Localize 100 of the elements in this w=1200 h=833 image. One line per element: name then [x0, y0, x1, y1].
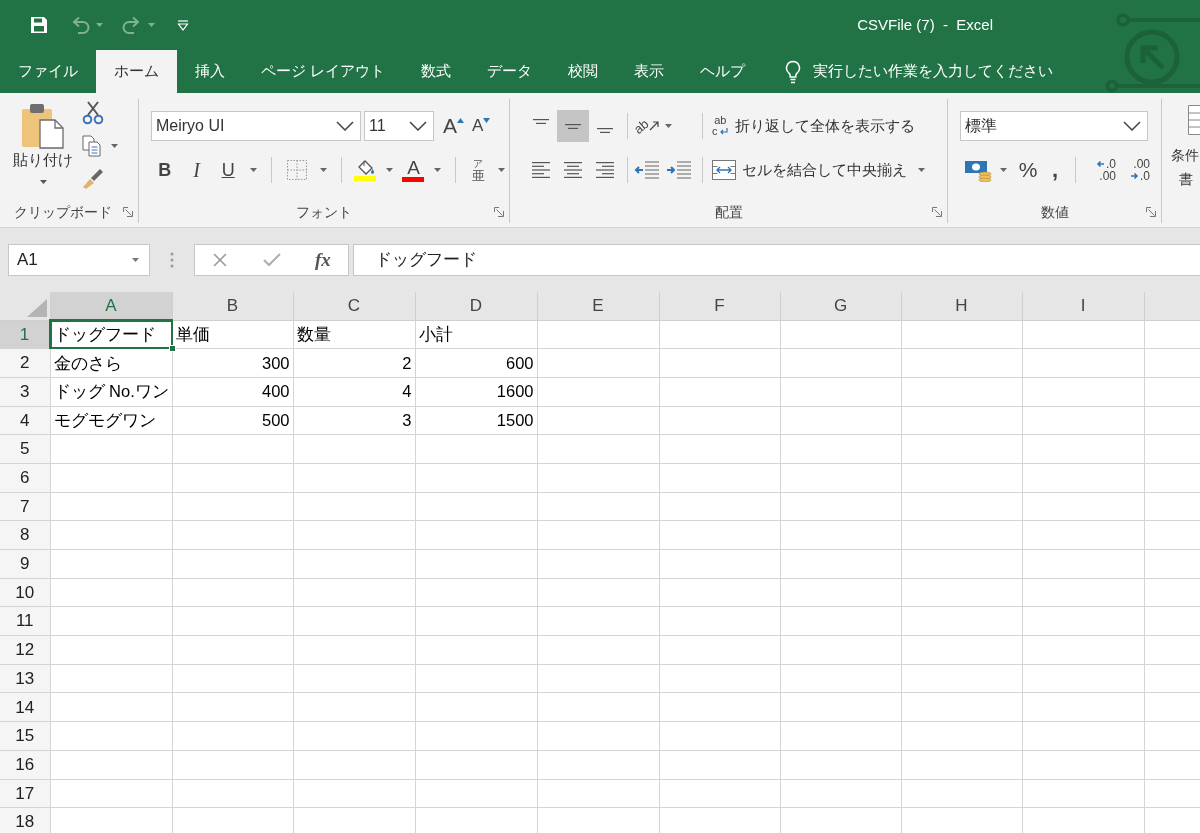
decrease-font-size-button[interactable]: A	[472, 112, 491, 140]
column-header[interactable]: E	[537, 292, 659, 320]
table-cell[interactable]: 1600	[415, 378, 537, 406]
column-header[interactable]: C	[293, 292, 415, 320]
row-header[interactable]: 6	[0, 463, 50, 493]
caret-icon[interactable]	[249, 168, 257, 172]
middle-align-button[interactable]	[557, 110, 589, 142]
caret-icon[interactable]	[498, 168, 505, 172]
ribbon-tab[interactable]: ページ レイアウト	[243, 50, 404, 93]
increase-font-size-button[interactable]: A	[443, 112, 464, 140]
row-header[interactable]: 11	[0, 606, 50, 636]
row-header[interactable]: 9	[0, 549, 50, 579]
save-icon[interactable]	[30, 16, 48, 34]
copy-icon[interactable]	[82, 135, 102, 157]
row-header[interactable]: 8	[0, 520, 50, 550]
row-header[interactable]: 15	[0, 721, 50, 751]
table-cell[interactable]: 300	[172, 349, 293, 377]
column-header[interactable]: D	[415, 292, 537, 320]
table-cell[interactable]: 金のさら	[50, 349, 172, 377]
font-color-button[interactable]: A	[400, 156, 427, 184]
underline-button[interactable]: U	[214, 156, 242, 184]
row-header[interactable]: 13	[0, 664, 50, 693]
ribbon-tab[interactable]: データ	[469, 50, 551, 93]
row-header[interactable]: 10	[0, 578, 50, 607]
row-header[interactable]: 5	[0, 434, 50, 464]
table-cell[interactable]: 小計	[415, 320, 537, 348]
dialog-launcher-icon[interactable]	[932, 207, 942, 217]
row-header[interactable]: 18	[0, 807, 50, 833]
dialog-launcher-icon[interactable]	[1146, 207, 1156, 217]
ribbon-tab[interactable]: ファイル	[0, 50, 96, 93]
row-header[interactable]: 14	[0, 692, 50, 722]
caret-icon[interactable]	[434, 168, 442, 172]
scissors-icon[interactable]	[82, 101, 104, 125]
phonetic-guide-button[interactable]: ア 亜	[466, 158, 490, 182]
caret-icon[interactable]	[111, 144, 118, 148]
fill-handle-icon[interactable]	[168, 345, 176, 353]
caret-icon[interactable]	[665, 124, 673, 128]
caret-icon[interactable]	[1000, 168, 1007, 172]
dialog-launcher-icon[interactable]	[494, 207, 504, 217]
column-header[interactable]: A	[50, 292, 172, 320]
ribbon-tab[interactable]: ホーム	[96, 50, 177, 93]
merge-and-center-button[interactable]: セルを結合して中央揃え	[709, 155, 910, 185]
row-header[interactable]: 4	[0, 406, 50, 435]
ribbon-tab[interactable]: 数式	[403, 50, 470, 93]
table-cell[interactable]: ドッグ No.ワン	[50, 378, 172, 406]
percent-style-button[interactable]: %	[1015, 154, 1041, 186]
row-header[interactable]: 17	[0, 779, 50, 808]
column-header[interactable]: H	[901, 292, 1022, 320]
column-header[interactable]: B	[172, 292, 293, 320]
caret-icon[interactable]	[918, 168, 925, 172]
caret-icon[interactable]	[319, 168, 327, 172]
row-header[interactable]: 12	[0, 635, 50, 665]
decrease-indent-icon[interactable]	[634, 160, 660, 180]
formula-field[interactable]: ドッグフード	[353, 244, 1200, 276]
cancel-icon[interactable]	[212, 252, 229, 268]
splitter-dots-icon[interactable]	[170, 252, 174, 268]
table-cell[interactable]: 4	[293, 378, 415, 406]
table-cell[interactable]: 600	[415, 349, 537, 377]
increase-decimal-button[interactable]: .0 .00	[1086, 158, 1116, 182]
italic-button[interactable]: I	[182, 156, 211, 184]
bold-button[interactable]: B	[151, 156, 179, 184]
comma-style-button[interactable]: ,	[1045, 159, 1065, 181]
text-orientation-button[interactable]: ab	[634, 119, 660, 133]
tell-me-field[interactable]: 実行したい作業を入力してください	[813, 60, 1059, 83]
ribbon-tab[interactable]: 挿入	[177, 50, 243, 93]
ribbon-tab[interactable]: ヘルプ	[682, 50, 764, 93]
row-header[interactable]: 1	[0, 320, 50, 349]
table-cell[interactable]: 2	[293, 349, 415, 377]
conditional-formatting-button[interactable]: 条件 書	[1171, 105, 1200, 223]
row-header[interactable]: 3	[0, 377, 50, 407]
table-cell[interactable]: 単価	[172, 320, 293, 348]
number-format-combobox[interactable]: 標準	[960, 111, 1148, 141]
row-header[interactable]: 16	[0, 750, 50, 779]
paintbrush-icon[interactable]	[82, 168, 104, 190]
font-size-combobox[interactable]: 11	[364, 111, 434, 141]
ribbon-tab[interactable]: 表示	[616, 50, 683, 93]
row-header[interactable]: 2	[0, 348, 50, 378]
insert-function-button[interactable]: fx	[314, 245, 331, 275]
decrease-decimal-button[interactable]: .00 .0	[1120, 158, 1150, 182]
table-cell[interactable]: 400	[172, 378, 293, 406]
row-header[interactable]: 7	[0, 492, 50, 521]
table-cell[interactable]: 数量	[293, 320, 415, 348]
caret-icon[interactable]	[385, 168, 393, 172]
table-cell[interactable]: ドッグフード	[51, 321, 172, 349]
ribbon-tab[interactable]: 校閲	[550, 50, 617, 93]
paste-button[interactable]: 貼り付け	[10, 103, 76, 184]
table-cell[interactable]: 1500	[415, 406, 537, 434]
dialog-launcher-icon[interactable]	[123, 207, 133, 217]
table-cell[interactable]: 500	[172, 406, 293, 434]
currency-icon[interactable]	[964, 158, 992, 182]
increase-indent-icon[interactable]	[666, 160, 692, 180]
table-cell[interactable]: モグモグワン	[50, 406, 172, 434]
checkmark-icon[interactable]	[262, 253, 281, 267]
customize-toolbar-icon[interactable]	[177, 19, 189, 31]
column-header[interactable]: F	[659, 292, 780, 320]
table-cell[interactable]: 3	[293, 406, 415, 434]
column-header[interactable]: G	[780, 292, 901, 320]
column-header[interactable]: I	[1022, 292, 1144, 320]
borders-icon[interactable]	[285, 159, 308, 181]
font-name-combobox[interactable]: Meiryo UI	[151, 111, 361, 141]
